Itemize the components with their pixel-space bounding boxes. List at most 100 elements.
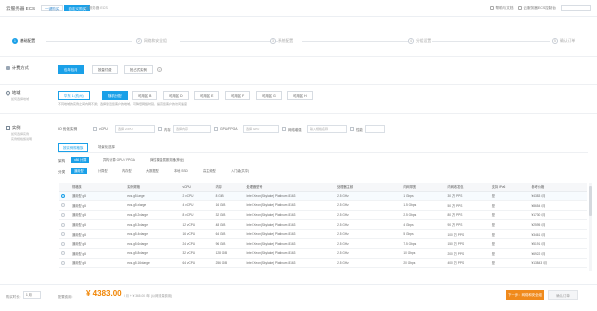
step-basic-config[interactable]: 1 基础配置 <box>12 38 35 44</box>
table-row[interactable]: 通用型 g5 ecs.g5.8xlarge 32 vCPU 128 GiB Intel … <box>59 248 587 259</box>
vcpu-select[interactable]: 选择 vCPU <box>115 125 155 133</box>
table-cell: Intel Xeon(Skylake) Platinum 8163 <box>244 191 336 202</box>
instance-family-help-link[interactable]: 实例规格族说明 <box>11 137 32 141</box>
category-memory[interactable]: 内存型 <box>119 168 135 174</box>
table-cell: ecs.g5.8xlarge <box>125 248 181 259</box>
table-row[interactable]: 通用型 g5 ecs.g5.4xlarge 16 vCPU 64 GiB Intel X… <box>59 229 587 240</box>
region-help-link[interactable]: 如何选择地域 <box>11 97 29 101</box>
help-docs-link[interactable]: 帮助与文档 <box>490 6 513 11</box>
confirm-order-button[interactable]: 确认订单 <box>548 290 578 300</box>
table-cell: ecs.g5.6xlarge <box>125 238 181 250</box>
row-select-cell[interactable] <box>59 210 71 221</box>
zone-f[interactable]: 可用区 F <box>225 91 251 100</box>
row-select-cell[interactable] <box>59 191 71 202</box>
row-select-cell[interactable] <box>59 238 71 250</box>
category-high-freq[interactable]: 高主频型 <box>200 168 219 174</box>
category-big-data[interactable]: 大数据型 <box>143 168 162 174</box>
row-select-cell[interactable] <box>59 258 71 269</box>
category-label: 分类 <box>58 170 66 174</box>
step-bar: 1 基础配置 2 网络和安全组 3 系统配置 4 分组设置 5 确认订单 <box>0 38 597 48</box>
memory-label: 内存 <box>164 128 171 132</box>
gpu-checkbox[interactable] <box>214 127 218 131</box>
table-cell: 是 <box>489 248 530 259</box>
tab-quick-buy[interactable]: 一键购买 <box>41 5 64 11</box>
io-optimized-label: IO 优化实例 <box>58 127 78 131</box>
zone-e[interactable]: 可用区 E <box>194 91 220 100</box>
row-select-cell[interactable] <box>59 219 71 230</box>
step-grouping[interactable]: 4 分组设置 <box>408 38 431 44</box>
instance-help-link[interactable]: 如何选择实例 <box>11 132 29 136</box>
vcpu-checkbox[interactable] <box>93 127 97 131</box>
instance-spec-table: 规格族 实例规格 vCPU 内存 处理器型号 处理器主频 内网带宽 内网收发包 … <box>59 183 587 269</box>
row-radio[interactable] <box>61 251 65 256</box>
zone-h[interactable]: 可用区 H <box>287 91 313 100</box>
zone-b[interactable]: 可用区 B <box>132 91 158 100</box>
step-system-config[interactable]: 3 系统配置 <box>270 38 293 44</box>
gpu-select[interactable]: 选择 GPU <box>243 125 279 133</box>
table-row[interactable]: 通用型 g5 ecs.g5.2xlarge 8 vCPU 32 GiB Intel Xe… <box>59 210 587 221</box>
zone-d[interactable]: 可用区 D <box>163 91 189 100</box>
arch-x86[interactable]: x86 计算 <box>71 157 90 163</box>
tab-by-family[interactable]: 按实例规格族 <box>58 143 89 152</box>
tab-by-scenario[interactable]: 场景化选择 <box>94 143 119 151</box>
performance-select[interactable] <box>365 125 385 133</box>
column-header[interactable]: 内网带宽 <box>401 183 446 192</box>
category-local-ssd[interactable]: 本地 SSD <box>171 168 191 174</box>
zone-g[interactable]: 可用区 G <box>256 91 282 100</box>
zone-random[interactable]: 随机分配 <box>102 91 128 100</box>
row-select-cell[interactable] <box>59 248 71 259</box>
table-cell: ecs.g5.2xlarge <box>125 210 181 221</box>
table-cell: 是 <box>489 238 530 250</box>
row-radio[interactable] <box>61 213 65 218</box>
category-shared[interactable]: 入门级(共享) <box>228 168 252 174</box>
table-row[interactable]: 通用型 g5 ecs.g5.large 2 vCPU 8 GiB Intel Xeon(… <box>59 191 587 202</box>
next-step-button[interactable]: 下一步：网络和安全组 <box>506 290 544 300</box>
region-note: 不同地域的实例之间内网不通；选择靠近您客户的地域，可降低网络时延，提高您客户的访… <box>58 102 188 106</box>
billing-option-spot[interactable]: 抢占式实例 <box>124 65 153 74</box>
column-header[interactable]: 内存 <box>213 183 245 192</box>
table-cell: 12 vCPU <box>180 219 214 230</box>
row-radio[interactable] <box>61 193 65 198</box>
table-cell: 1.5 Gbps <box>401 200 446 211</box>
row-radio[interactable] <box>61 232 65 237</box>
row-radio[interactable] <box>61 203 65 208</box>
step-confirm[interactable]: 5 确认订单 <box>552 38 575 44</box>
header-search-box[interactable] <box>561 5 591 11</box>
spec-name-input[interactable]: 输入规格名称 <box>307 125 347 133</box>
row-select-cell[interactable] <box>59 200 71 211</box>
table-row[interactable]: 通用型 g5 ecs.g5.16xlarge 64 vCPU 256 GiB Intel… <box>59 258 587 269</box>
table-cell: 通用型 g5 <box>70 210 126 221</box>
price-detail: / 月 + ¥ 365.00 /年 (公网流量费用) <box>124 294 173 298</box>
row-radio[interactable] <box>61 261 65 266</box>
row-radio[interactable] <box>61 241 65 246</box>
table-scrollbar-thumb[interactable] <box>589 186 592 216</box>
table-row[interactable]: 通用型 g5 ecs.g5.xlarge 4 vCPU 16 GiB Intel Xeo… <box>59 200 587 211</box>
performance-checkbox[interactable] <box>350 127 354 131</box>
memory-select[interactable]: 选择内存 <box>173 125 211 133</box>
table-cell: 400 万 PPS <box>445 258 490 269</box>
arch-heterogeneous[interactable]: 异构计算 GPU / FPGA <box>100 157 138 163</box>
table-row[interactable]: 通用型 g5 ecs.g5.6xlarge 24 vCPU 96 GiB Intel X… <box>59 238 587 250</box>
memory-checkbox[interactable] <box>158 127 162 131</box>
column-header[interactable]: 参考价格 <box>529 183 587 192</box>
network-enhanced-checkbox[interactable] <box>282 127 286 131</box>
category-general[interactable]: 通用型 <box>71 168 87 174</box>
monitor-icon <box>518 5 523 10</box>
arch-bare-metal[interactable]: 弹性裸金属服务器(神龙) <box>147 157 187 163</box>
table-cell: 2.5 Gbps <box>401 210 446 221</box>
table-cell: 24 vCPU <box>180 238 214 250</box>
billing-option-subscription[interactable]: 包年包月 <box>58 65 84 74</box>
billing-option-pay-as-you-go[interactable]: 按量付费 <box>92 65 118 74</box>
row-radio[interactable] <box>61 222 65 227</box>
step-network[interactable]: 2 网络和安全组 <box>136 38 167 44</box>
row-select-cell[interactable] <box>59 229 71 240</box>
table-row[interactable]: 通用型 g5 ecs.g5.3xlarge 12 vCPU 48 GiB Intel X… <box>59 219 587 230</box>
category-compute[interactable]: 计算型 <box>95 168 111 174</box>
region-select[interactable]: 华东 1 (杭州) <box>58 91 90 100</box>
column-header: 支持 IPv6 <box>489 183 530 192</box>
console-link[interactable]: 云服务器ECS控制台 <box>518 6 556 11</box>
help-icon[interactable]: ? <box>157 67 162 72</box>
column-header[interactable]: vCPU <box>180 183 214 192</box>
duration-select[interactable]: 1 月 <box>23 291 41 299</box>
column-header[interactable]: 内网收发包 <box>445 183 490 192</box>
